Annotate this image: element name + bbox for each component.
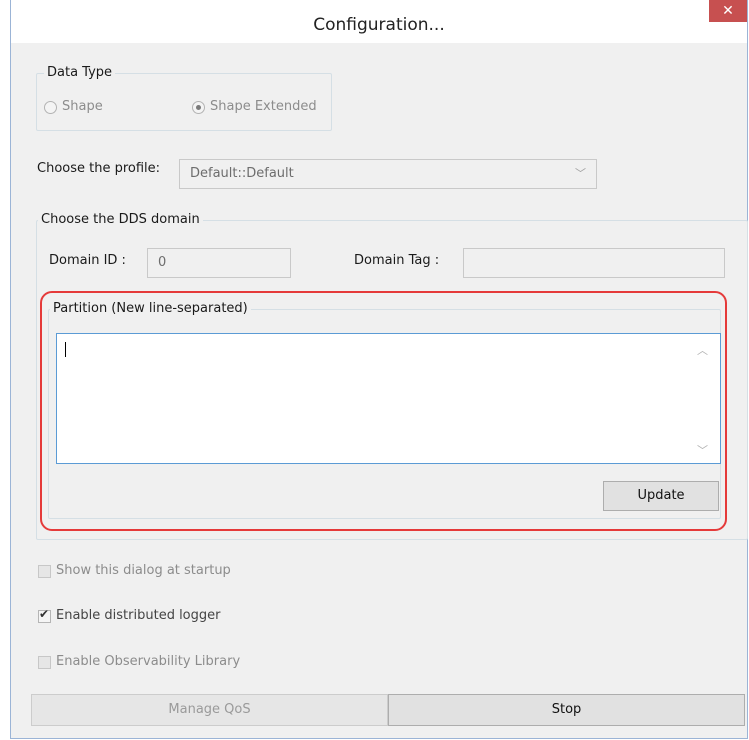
domain-tag-field[interactable] [463, 248, 725, 278]
stop-button[interactable]: Stop [388, 694, 745, 726]
close-button[interactable]: ✕ [709, 0, 747, 22]
manage-qos-button[interactable]: Manage QoS [31, 694, 388, 726]
observability-checkbox[interactable] [38, 656, 51, 669]
distributed-logger-label: Enable distributed logger [56, 608, 221, 623]
partition-highlight [40, 291, 727, 531]
radio-shape[interactable] [44, 101, 57, 114]
dds-domain-legend: Choose the DDS domain [38, 212, 203, 227]
manage-qos-label: Manage QoS [168, 702, 251, 717]
domain-id-value: 0 [158, 255, 167, 270]
chevron-down-icon: ﹀ [575, 167, 586, 180]
radio-shape-extended[interactable] [192, 101, 205, 114]
domain-tag-label: Domain Tag : [354, 253, 440, 268]
show-dialog-label: Show this dialog at startup [56, 563, 231, 578]
radio-shape-label: Shape [62, 99, 103, 114]
title-bar[interactable]: Configuration... ✕ [11, 0, 747, 43]
show-dialog-checkbox[interactable] [38, 565, 51, 578]
stop-label: Stop [551, 702, 582, 717]
close-icon: ✕ [722, 3, 734, 19]
configuration-dialog: Configuration... ✕ Data Type Shape Shape… [10, 0, 748, 739]
domain-id-label: Domain ID : [49, 253, 126, 268]
profile-label: Choose the profile: [37, 161, 161, 176]
observability-label: Enable Observability Library [56, 654, 241, 669]
profile-value: Default::Default [190, 166, 294, 181]
data-type-legend: Data Type [44, 65, 116, 80]
check-icon: ✔ [39, 607, 50, 621]
radio-shape-extended-label: Shape Extended [210, 99, 317, 114]
distributed-logger-checkbox[interactable]: ✔ [38, 607, 51, 623]
domain-id-field[interactable]: 0 [147, 248, 291, 278]
window-title: Configuration... [313, 15, 445, 35]
profile-combobox[interactable]: Default::Default ﹀ [179, 159, 597, 189]
